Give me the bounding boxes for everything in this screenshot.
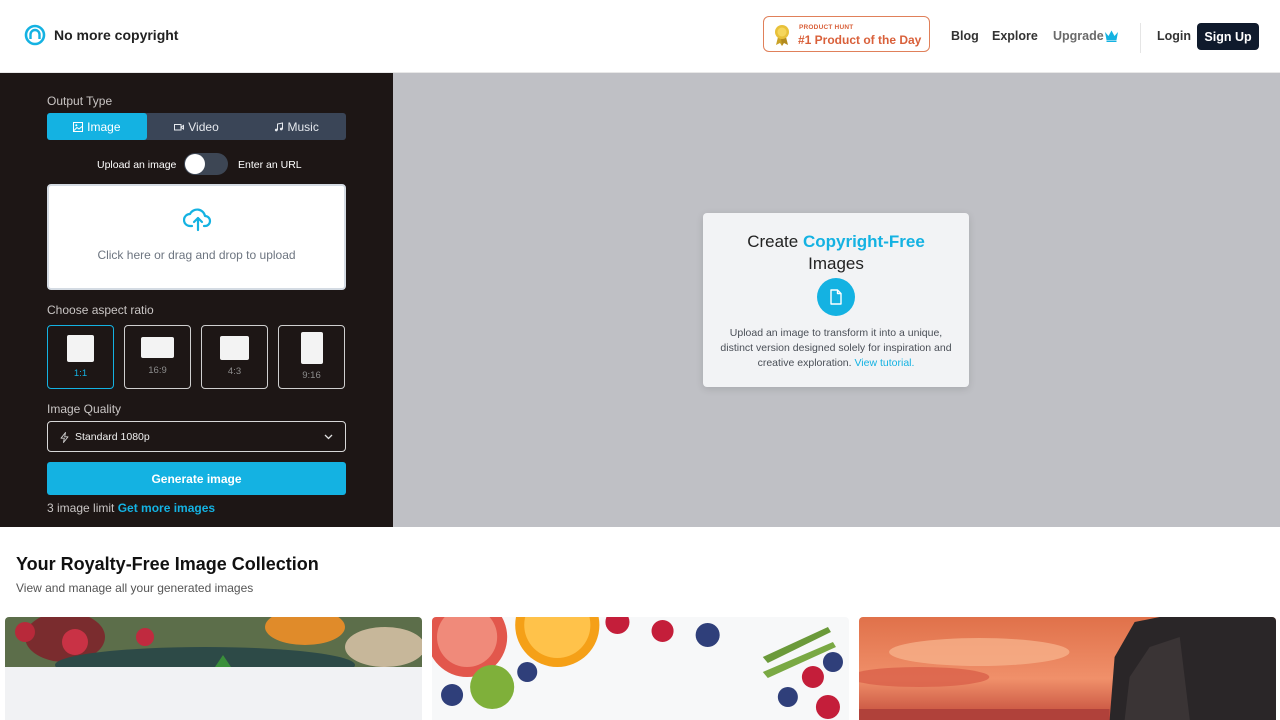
intro-card-title: Create Copyright-Free Images [703, 231, 969, 275]
nav-explore[interactable]: Explore [992, 29, 1038, 43]
ratio-label: 9:16 [302, 370, 321, 381]
lightning-icon [60, 432, 69, 443]
logo-icon [24, 24, 46, 46]
generator-panel [0, 73, 393, 527]
tab-image-label: Image [87, 119, 121, 134]
ratio-shape [301, 332, 323, 364]
view-tutorial-link[interactable]: View tutorial. [854, 357, 914, 369]
logo[interactable]: No more copyright [24, 24, 178, 46]
ratio-4-3[interactable]: 4:3 [201, 325, 268, 389]
collection-title: Your Royalty-Free Image Collection [16, 554, 319, 574]
badge-caption: PRODUCT HUNT [799, 24, 854, 31]
generate-image-button[interactable]: Generate image [47, 462, 346, 495]
ratio-label: 1:1 [73, 368, 88, 379]
switch-knob [185, 154, 205, 174]
upload-mode-switch[interactable] [184, 153, 228, 175]
cloud-upload-icon [183, 208, 212, 232]
ratio-label: 16:9 [148, 365, 167, 376]
title-prefix: Create [747, 232, 799, 251]
video-icon [174, 123, 185, 130]
ratio-shape [220, 336, 249, 360]
title-highlight: Copyright-Free [802, 232, 925, 251]
upload-mode-toggle-row: Upload an image Enter an URL [0, 153, 393, 175]
intro-card: Create Copyright-Free Images Upload an i… [703, 213, 969, 387]
login-link[interactable]: Login [1157, 29, 1191, 43]
nav-blog[interactable]: Blog [951, 29, 979, 43]
collection-image[interactable] [5, 617, 422, 720]
ratio-1-1[interactable]: 1:1 [47, 325, 114, 389]
upload-dropzone[interactable]: Click here or drag and drop to upload [47, 184, 346, 290]
document-icon [817, 278, 855, 316]
output-type-label: Output Type [47, 94, 113, 108]
nav-divider [1140, 23, 1141, 53]
get-more-images-link[interactable]: Get more images [118, 501, 215, 515]
output-type-tabs: Image Video Music [47, 113, 346, 140]
toggle-upload-label: Upload an image [97, 159, 177, 171]
aspect-ratio-label: Choose aspect ratio [47, 303, 154, 317]
preview-area: Create Copyright-Free Images Upload an i… [393, 73, 1280, 527]
nav-upgrade[interactable]: Upgrade [1053, 29, 1104, 43]
image-quality-value: Standard 1080p [75, 431, 150, 443]
aspect-ratio-options: 1:1 16:9 4:3 9:16 [47, 325, 346, 389]
title-suffix: Images [808, 254, 864, 273]
ratio-label: 4:3 [227, 366, 242, 377]
chevron-down-icon [324, 434, 333, 440]
ratio-16-9[interactable]: 16:9 [124, 325, 191, 389]
crown-icon [1105, 30, 1118, 42]
product-hunt-badge[interactable]: PRODUCT HUNT #1 Product of the Day [763, 16, 930, 52]
header: No more copyright PRODUCT HUNT #1 Produc… [0, 0, 1280, 73]
image-limit-count: 3 image limit [47, 501, 115, 515]
intro-description-text: Upload an image to transform it into a u… [720, 327, 952, 369]
tab-music-label: Music [287, 119, 319, 134]
tab-image[interactable]: Image [47, 113, 147, 140]
intro-card-description: Upload an image to transform it into a u… [719, 326, 953, 371]
toggle-url-label: Enter an URL [238, 159, 302, 171]
upload-instructions: Click here or drag and drop to upload [97, 248, 296, 262]
tab-video-label: Video [188, 119, 219, 134]
tab-video[interactable]: Video [147, 113, 247, 140]
image-quality-label: Image Quality [47, 402, 122, 416]
collection-subtitle: View and manage all your generated image… [16, 581, 254, 595]
ratio-shape [67, 335, 94, 362]
ratio-shape [141, 337, 174, 358]
tab-music[interactable]: Music [246, 113, 346, 140]
ratio-9-16[interactable]: 9:16 [278, 325, 345, 389]
collection-image[interactable] [432, 617, 849, 720]
image-limit-text: 3 image limit Get more images [47, 501, 215, 515]
image-quality-select[interactable]: Standard 1080p [47, 421, 346, 452]
image-icon [73, 121, 84, 132]
logo-text: No more copyright [54, 27, 179, 43]
signup-button[interactable]: Sign Up [1197, 23, 1259, 50]
medal-icon [775, 25, 789, 46]
music-note-icon [274, 121, 283, 131]
collection-image[interactable] [859, 617, 1276, 720]
badge-title: #1 Product of the Day [798, 33, 922, 47]
